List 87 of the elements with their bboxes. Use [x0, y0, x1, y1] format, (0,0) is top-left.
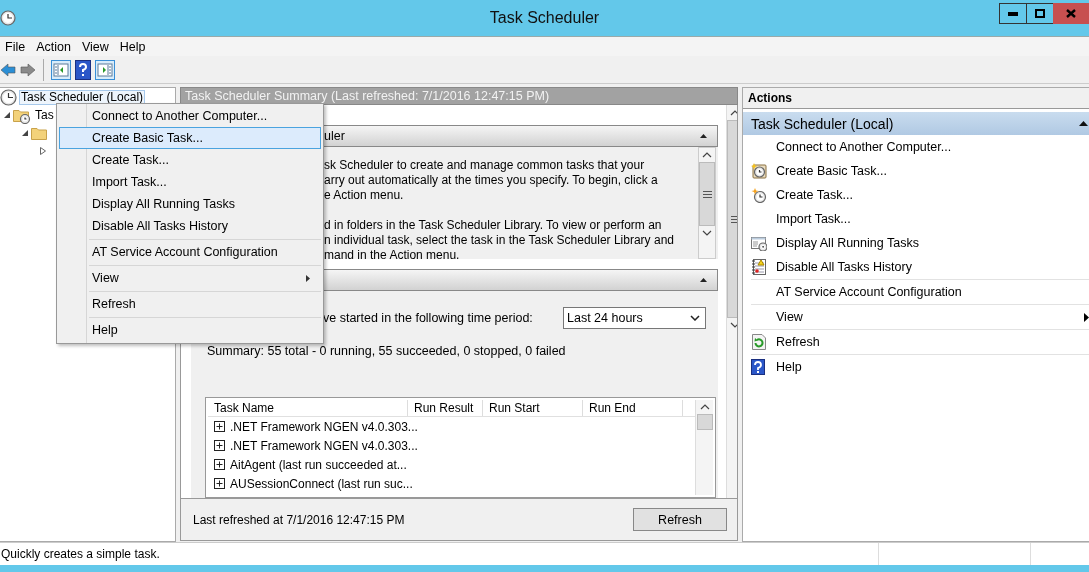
column-header[interactable]: Run Start	[483, 400, 583, 416]
collapse-arrow-icon[interactable]	[21, 129, 29, 137]
scroll-up-icon	[730, 110, 737, 116]
scrollbar[interactable]	[695, 400, 713, 495]
pane-command[interactable]: Help	[751, 355, 1089, 379]
menu-item[interactable]: View	[59, 267, 321, 289]
notebook-icon	[751, 259, 767, 275]
menu-item[interactable]: Help	[119, 39, 146, 54]
grip-icon	[730, 215, 737, 223]
menu-item[interactable]: Display All Running Tasks	[59, 193, 321, 215]
refresh-button[interactable]: Refresh	[633, 508, 727, 531]
pane-command[interactable]: Create Basic Task...	[751, 159, 1089, 183]
clock-star-icon	[751, 163, 767, 179]
period-label: ve started in the following time period:	[323, 311, 534, 325]
clock-icon	[0, 10, 16, 26]
chevron-down-icon	[690, 315, 700, 321]
plus-box-icon[interactable]	[214, 478, 225, 489]
pane-title: Task Scheduler Summary (Last refreshed: 7/1/2016 12:47:15 PM)	[180, 87, 738, 105]
clock-spark-icon	[751, 187, 767, 203]
pane-command[interactable]: Import Task...	[751, 207, 1089, 231]
scroll-up-icon	[702, 152, 712, 158]
menu-item[interactable]: Disable All Tasks History	[59, 215, 321, 237]
maximize-button[interactable]	[1026, 3, 1053, 24]
maximize-icon	[1035, 9, 1045, 18]
status-text: Quickly creates a simple task.	[0, 547, 161, 561]
collapse-icon[interactable]	[700, 134, 707, 138]
table-cell: AitAgent (last run succeeded at...	[230, 457, 407, 472]
tree-item[interactable]: Tas	[33, 107, 56, 123]
expand-arrow-icon[interactable]	[39, 147, 47, 155]
menu-item[interactable]: File	[5, 39, 26, 54]
column-header[interactable]: Run End	[583, 400, 683, 416]
pane-toggle-icon[interactable]	[51, 59, 71, 80]
window-title: Task Scheduler	[489, 9, 600, 27]
pane-toggle-icon[interactable]	[95, 59, 115, 80]
help-icon[interactable]	[75, 59, 91, 80]
collapse-icon[interactable]	[700, 278, 707, 282]
pane-command[interactable]: Display All Running Tasks	[751, 231, 1089, 255]
scroll-down-icon	[702, 230, 712, 236]
plus-box-icon[interactable]	[214, 421, 225, 432]
tree-item[interactable]: Task Scheduler (Local)	[19, 89, 146, 105]
table-cell: AUSessionConnect (last run suc...	[230, 476, 413, 491]
pane-command[interactable]: Create Task...	[751, 183, 1089, 207]
menu-item[interactable]: Help	[59, 319, 321, 341]
plus-box-icon[interactable]	[214, 440, 225, 451]
scroll-up-icon	[699, 404, 710, 410]
menu-item[interactable]: Create Basic Task...	[59, 127, 321, 149]
scroll-down-icon	[730, 322, 737, 328]
group-header[interactable]: Task Scheduler (Local)	[743, 112, 1089, 135]
back-arrow-icon[interactable]	[0, 61, 16, 78]
pane-command[interactable]: Connect to Another Computer...	[751, 135, 1089, 159]
window-clock-icon	[751, 235, 767, 251]
minimize-button[interactable]	[999, 3, 1026, 24]
close-button[interactable]	[1053, 3, 1089, 24]
menu-item[interactable]: Connect to Another Computer...	[59, 105, 321, 127]
minimize-icon	[1008, 11, 1018, 16]
close-icon	[1066, 9, 1076, 18]
column-header[interactable]: Run Result	[408, 400, 483, 416]
folder-icon	[31, 125, 47, 141]
pane-command[interactable]: Disable All Tasks History	[751, 255, 1089, 279]
collapse-icon[interactable]	[1079, 121, 1088, 126]
scroll-thumb[interactable]	[699, 162, 715, 226]
period-dropdown[interactable]: Last 24 hours	[563, 307, 706, 329]
menu-item[interactable]: View	[81, 39, 109, 54]
summary-text: Summary: 55 total - 0 running, 55 succeeded, 0 stopped, 0 failed	[206, 344, 567, 358]
menu-item[interactable]: Refresh	[59, 293, 321, 315]
scroll-thumb[interactable]	[696, 414, 713, 430]
column-header[interactable]: Task Name	[208, 400, 408, 416]
table-cell: .NET Framework NGEN v4.0.303...	[230, 419, 418, 434]
scrollbar[interactable]	[698, 147, 716, 259]
pane-command[interactable]: View	[751, 305, 1089, 329]
table-cell: .NET Framework NGEN v4.0.303...	[230, 438, 418, 453]
paragraph: sk Scheduler to create and manage common tasks that your arry out automatically at the times you specify. To begin, click a e Action menu.	[324, 158, 659, 203]
pane-title: Actions	[743, 88, 1089, 109]
help-icon	[751, 359, 767, 375]
collapse-arrow-icon[interactable]	[3, 111, 11, 119]
pane-command[interactable]: AT Service Account Configuration	[751, 280, 1089, 304]
menu-item[interactable]: Import Task...	[59, 171, 321, 193]
menu-item[interactable]: Create Task...	[59, 149, 321, 171]
menu-item[interactable]: Action	[36, 39, 71, 54]
plus-box-icon[interactable]	[214, 459, 225, 470]
grip-icon	[702, 190, 712, 198]
menu-item[interactable]: AT Service Account Configuration	[59, 241, 321, 263]
pane-command[interactable]: Refresh	[751, 330, 1089, 354]
refresh-icon	[751, 334, 767, 350]
paragraph: d in folders in the Task Scheduler Library. To view or perform an n individual task, select the task in the Task Scheduler Library and mand in the Action menu.	[324, 218, 675, 259]
section-title: uler	[324, 129, 345, 143]
last-refreshed-text: Last refreshed at 7/1/2016 12:47:15 PM	[193, 512, 405, 527]
